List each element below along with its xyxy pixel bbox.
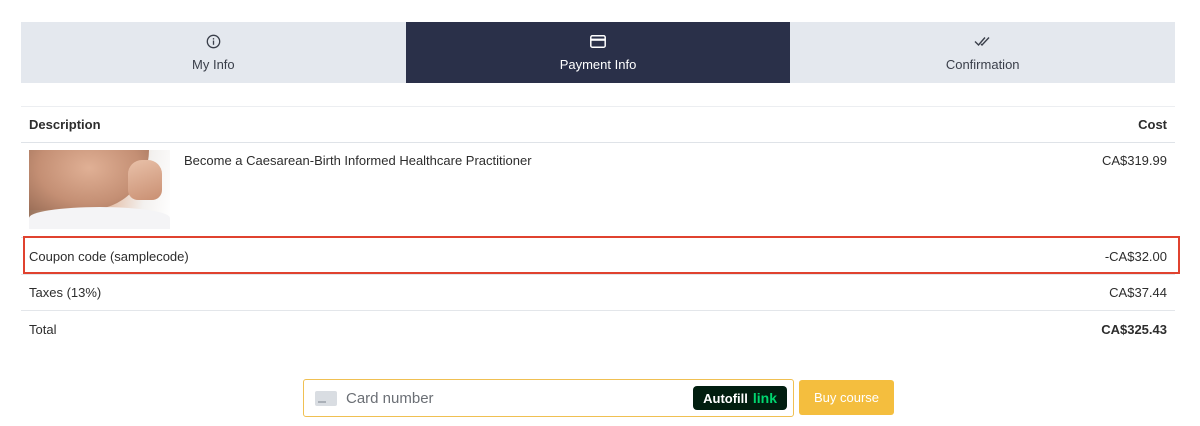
card-icon bbox=[315, 390, 337, 406]
total-amount: CA$325.43 bbox=[1101, 322, 1167, 337]
payment-form: Autofill link Buy course bbox=[303, 379, 894, 417]
autofill-label: Autofill bbox=[703, 390, 748, 406]
taxes-amount: CA$37.44 bbox=[1109, 285, 1167, 300]
buy-course-button[interactable]: Buy course bbox=[799, 380, 894, 415]
step-label: Payment Info bbox=[559, 56, 637, 72]
autofill-link-button[interactable]: Autofill link bbox=[693, 386, 787, 410]
step-label: Confirmation bbox=[945, 56, 1020, 72]
order-summary-table: Description Cost Become a Caesarean-Birt… bbox=[21, 106, 1175, 348]
card-number-input[interactable] bbox=[346, 389, 694, 407]
link-logo: link bbox=[752, 390, 777, 406]
step-confirmation[interactable]: Confirmation bbox=[790, 22, 1176, 83]
step-label: My Info bbox=[192, 56, 235, 72]
cost-header: Cost bbox=[1138, 117, 1167, 132]
product-cost: CA$319.99 bbox=[1101, 153, 1167, 168]
taxes-label: Taxes (13%) bbox=[29, 285, 102, 300]
step-my-info[interactable]: My Info bbox=[21, 22, 406, 83]
step-payment-info[interactable]: Payment Info bbox=[405, 22, 791, 83]
description-header: Description bbox=[29, 117, 101, 132]
checkout-steps: My Info Payment Info Confirmation bbox=[21, 22, 1176, 83]
product-thumbnail bbox=[29, 150, 170, 229]
coupon-highlight-box bbox=[23, 236, 1180, 274]
credit-card-icon bbox=[590, 34, 606, 50]
info-circle-icon bbox=[206, 34, 221, 50]
total-row: Total CA$325.43 bbox=[21, 311, 1175, 348]
table-header: Description Cost bbox=[21, 106, 1175, 143]
product-title: Become a Caesarean-Birth Informed Health… bbox=[184, 153, 532, 168]
card-number-field[interactable]: Autofill link bbox=[303, 379, 794, 417]
total-label: Total bbox=[29, 322, 57, 337]
taxes-row: Taxes (13%) CA$37.44 bbox=[21, 275, 1175, 311]
product-row: Become a Caesarean-Birth Informed Health… bbox=[21, 143, 1175, 238]
double-check-icon bbox=[974, 34, 991, 50]
